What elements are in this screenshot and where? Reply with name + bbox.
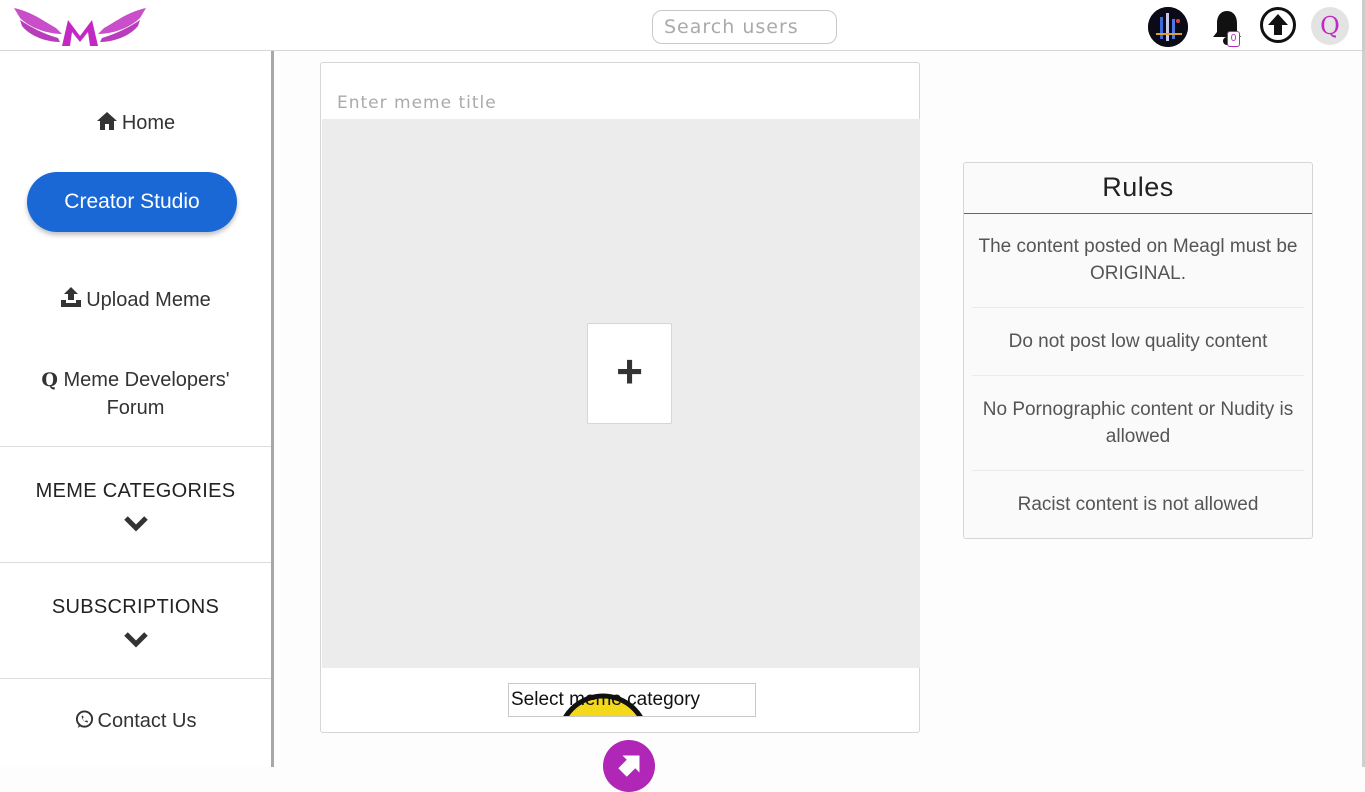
meme-upload-card: + Select meme category [320, 62, 920, 733]
meme-category-select[interactable]: Select meme category [508, 683, 756, 717]
divider [0, 562, 271, 563]
rule-divider [972, 307, 1304, 308]
rules-title: Rules [964, 163, 1312, 214]
meme-title-input[interactable] [322, 64, 918, 119]
add-image-button[interactable]: + [587, 323, 672, 424]
sidebar-item-label: Upload Meme [86, 289, 211, 311]
upload-arrow-icon[interactable] [1259, 6, 1297, 44]
sidebar-item-label: Home [121, 112, 176, 134]
chevron-down-icon [123, 516, 148, 532]
divider [0, 446, 271, 447]
category-select-label: Select meme category [511, 689, 701, 710]
sidebar-item-label-line2: Forum [106, 397, 165, 419]
sidebar-item-upload-meme[interactable]: Upload Meme [0, 286, 271, 312]
send-arrow-icon [618, 755, 640, 777]
subscriptions-toggle[interactable]: SUBSCRIPTIONS [0, 596, 271, 649]
forum-q-icon: Q [41, 369, 58, 391]
rule-item: The content posted on Meagl must be ORIG… [978, 236, 1298, 284]
user-menu-avatar[interactable]: Q [1311, 7, 1349, 45]
home-icon [96, 112, 117, 130]
top-navbar: 0 Q [0, 0, 1365, 51]
divider [0, 678, 271, 679]
sidebar-item-home[interactable]: Home [0, 111, 271, 135]
rule-item: No Pornographic content or Nudity is all… [982, 399, 1294, 447]
logo-icon[interactable] [12, 4, 148, 48]
sidebar-item-label: Meme Developers' [63, 369, 230, 391]
whatsapp-icon [75, 710, 93, 729]
rule-item: Do not post low quality content [1008, 331, 1268, 352]
rule-item: Racist content is not allowed [1017, 494, 1259, 515]
sidebar-item-forum[interactable]: Q Meme Developers' Forum [0, 366, 271, 422]
profile-avatar[interactable] [1148, 7, 1188, 47]
rule-divider [972, 470, 1304, 471]
sidebar-item-label: Contact Us [97, 710, 197, 732]
submit-meme-button[interactable] [603, 740, 655, 792]
search-users-input[interactable] [652, 10, 837, 44]
upload-icon [61, 287, 82, 307]
notification-count-badge: 0 [1227, 31, 1240, 47]
rule-divider [972, 375, 1304, 376]
meme-categories-toggle[interactable]: MEME CATEGORIES [0, 480, 271, 533]
creator-studio-button[interactable]: Creator Studio [27, 172, 237, 232]
image-dropzone[interactable]: + [322, 119, 920, 668]
section-label: SUBSCRIPTIONS [51, 596, 220, 618]
avatar-image-icon [1148, 7, 1188, 47]
section-label: MEME CATEGORIES [35, 480, 236, 502]
chevron-down-icon [123, 632, 148, 648]
sidebar-item-contact-us[interactable]: Contact Us [0, 710, 271, 733]
sidebar: Home Creator Studio Upload Meme Q Meme D… [0, 51, 274, 767]
rules-panel: Rules The content posted on Meagl must b… [963, 162, 1313, 539]
